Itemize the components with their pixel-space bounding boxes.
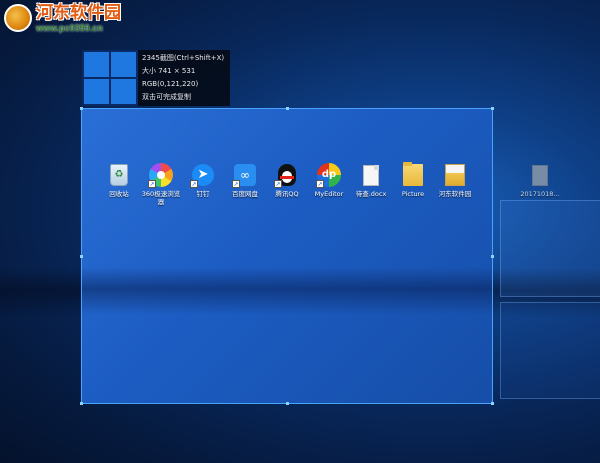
shortcut-arrow-icon: ↗: [316, 180, 324, 188]
watermark-title: 河东软件园: [36, 3, 121, 23]
desktop-icon-picture-folder[interactable]: Picture: [393, 162, 433, 198]
windows-logo-tile: [111, 52, 136, 77]
screenshot-selection-area[interactable]: [80, 107, 494, 405]
resize-handle-bottom[interactable]: [286, 402, 289, 405]
wallpaper-window-pane: [500, 200, 600, 297]
desktop-icon-360-browser[interactable]: ↗ 360极速浏览器: [141, 162, 181, 206]
watermark-url: www.pc0359.cn: [36, 23, 103, 33]
windows-logo-tile: [111, 79, 136, 104]
resize-handle-top[interactable]: [286, 107, 289, 110]
desktop-icon-dingtalk[interactable]: ➤ ↗ 钉钉: [183, 162, 223, 198]
desktop-icon-file-outside-selection[interactable]: 20171018...: [520, 162, 560, 198]
selection-light-beam: [82, 267, 492, 315]
windows-logo-tile: [84, 79, 109, 104]
desktop-icon-hedong-folder[interactable]: 河东软件园: [435, 162, 475, 198]
shortcut-arrow-icon: ↗: [190, 180, 198, 188]
resize-handle-top-left[interactable]: [80, 107, 83, 110]
resize-handle-bottom-right[interactable]: [491, 402, 494, 405]
capture-hint: 双击可完成复制: [142, 93, 191, 101]
magnifier-preview: [82, 50, 138, 106]
resize-handle-left[interactable]: [80, 255, 83, 258]
resize-handle-bottom-left[interactable]: [80, 402, 83, 405]
capture-rgb: RGB(0,121,220): [142, 80, 199, 88]
shortcut-arrow-icon: ↗: [274, 180, 282, 188]
capture-info-panel: 2345截图(Ctrl+Shift+X) 大小 741 × 531 RGB(0,…: [138, 50, 230, 106]
folder-with-files-icon: [445, 164, 465, 186]
desktop-icon-document[interactable]: 待查.docx: [351, 162, 391, 198]
capture-size: 大小 741 × 531: [142, 67, 196, 75]
desktop-icon-myeditor[interactable]: dp ↗ MyEditor: [309, 162, 349, 198]
capture-size-value: 741 × 531: [158, 67, 196, 75]
document-icon: [363, 164, 379, 186]
capture-rgb-value: (0,121,220): [157, 80, 199, 88]
desktop-icon-baidu-netdisk[interactable]: ∞ ↗ 百度网盘: [225, 162, 265, 198]
resize-handle-top-right[interactable]: [491, 107, 494, 110]
windows-logo-tile: [84, 52, 109, 77]
shortcut-arrow-icon: ↗: [232, 180, 240, 188]
capture-tool-title: 2345截图(Ctrl+Shift+X): [142, 54, 225, 62]
desktop-icon-qq[interactable]: ↗ 腾讯QQ: [267, 162, 307, 198]
folder-icon: [403, 162, 423, 186]
shortcut-arrow-icon: ↗: [148, 180, 156, 188]
grey-file-icon: [532, 164, 548, 186]
recycle-bin-icon: [110, 164, 128, 186]
desktop-icon-recycle-bin[interactable]: 回收站: [99, 162, 139, 198]
site-watermark: 河东软件园 www.pc0359.cn: [4, 4, 121, 34]
resize-handle-right[interactable]: [491, 255, 494, 258]
wallpaper-window-pane: [500, 302, 600, 399]
watermark-logo-icon: [4, 4, 32, 32]
